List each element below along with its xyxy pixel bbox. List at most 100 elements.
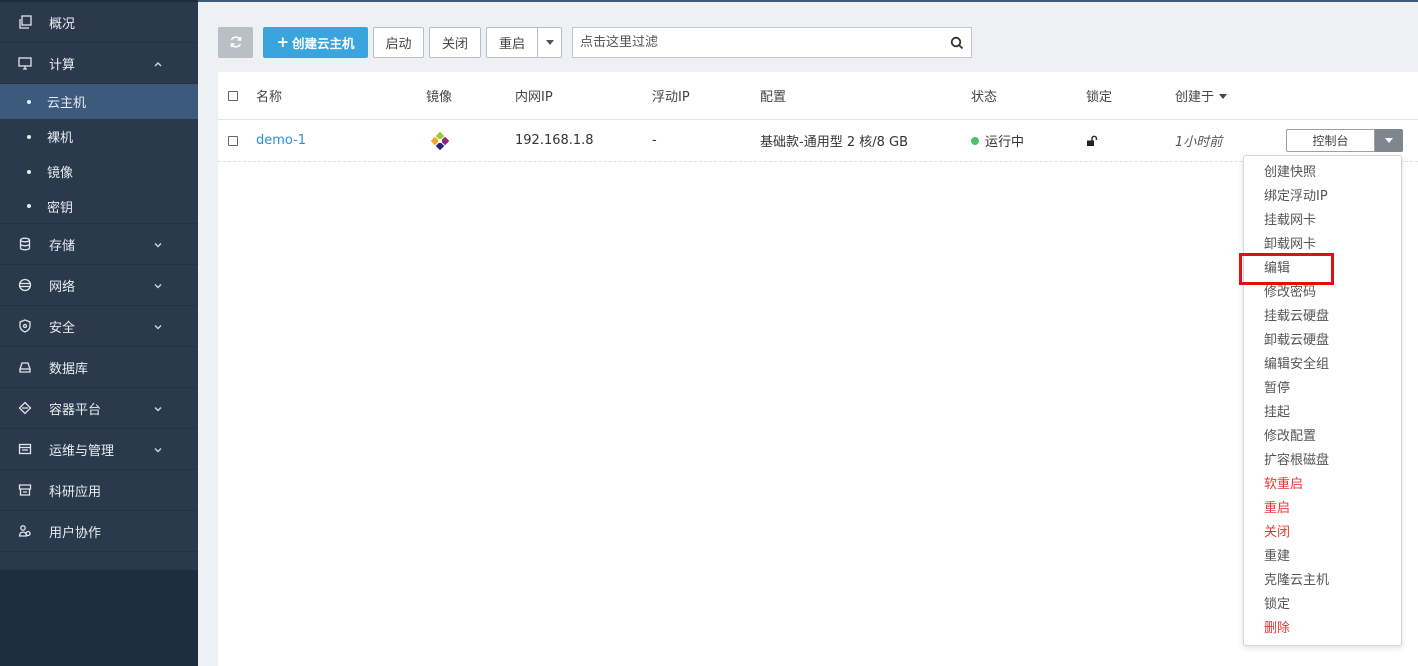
sidebar-item-label: 网络 [49, 279, 76, 295]
unlock-icon[interactable] [1086, 135, 1098, 147]
sidebar-item-database[interactable]: 数据库 [0, 347, 198, 388]
chevron-down-icon [153, 239, 163, 249]
chevron-up-icon [153, 58, 163, 68]
menu-item-create-snapshot[interactable]: 创建快照 [1244, 161, 1401, 185]
console-button[interactable]: 控制台 [1286, 129, 1375, 152]
select-all-checkbox[interactable] [228, 90, 238, 101]
sort-desc-icon [1219, 94, 1228, 99]
vm-lock-cell [1086, 120, 1098, 161]
top-accent-line [198, 0, 1418, 2]
sidebar-item-collaboration[interactable]: 用户协作 [0, 511, 198, 552]
sidebar-item-overview[interactable]: 概况 [0, 2, 198, 43]
sidebar-item-network[interactable]: 网络 [0, 265, 198, 306]
chevron-down-icon [153, 321, 163, 331]
sidebar-item-label: 概况 [49, 16, 76, 32]
menu-item-rebuild[interactable]: 重建 [1244, 545, 1401, 569]
db-server-icon [18, 360, 32, 374]
refresh-icon [230, 36, 241, 48]
create-vm-button[interactable]: + 创建云主机 [263, 26, 368, 58]
sidebar-item-label: 数据库 [49, 361, 89, 377]
caret-down-icon [545, 39, 554, 45]
header-lock: 锁定 [1086, 90, 1113, 105]
sidebar-subitem-keypair[interactable]: 密钥 [0, 189, 198, 224]
menu-item-delete[interactable]: 删除 [1244, 617, 1401, 641]
filter-search-box [572, 26, 972, 58]
vm-name-cell: demo-1 [256, 120, 306, 161]
vm-config: 基础款-通用型 2 核/8 GB [760, 135, 909, 150]
menu-item-reboot[interactable]: 重启 [1244, 497, 1401, 521]
toolbar: + 创建云主机 启动 关闭 重启 [218, 26, 972, 58]
row-checkbox[interactable] [228, 135, 238, 146]
header-image: 镜像 [426, 90, 453, 105]
bullet-icon [27, 169, 31, 174]
refresh-button[interactable] [218, 26, 253, 58]
database-icon [18, 237, 32, 251]
menu-item-attach-volume[interactable]: 挂载云硬盘 [1244, 305, 1401, 329]
more-actions-dropdown-button[interactable] [538, 26, 562, 58]
vm-image-cell [430, 120, 450, 161]
sidebar-item-ops[interactable]: 运维与管理 [0, 429, 198, 470]
row-select-cell [228, 120, 238, 161]
menu-item-resize[interactable]: 修改配置 [1244, 425, 1401, 449]
plus-icon: + [276, 33, 290, 51]
create-vm-label: 创建云主机 [292, 35, 355, 51]
chevron-down-icon [153, 403, 163, 413]
select-all-cell [228, 72, 238, 119]
sidebar-subitem-vm[interactable]: 云主机 [0, 84, 198, 119]
sidebar-subitem-image[interactable]: 镜像 [0, 154, 198, 189]
status-running-dot [971, 136, 979, 145]
menu-item-pause[interactable]: 暂停 [1244, 377, 1401, 401]
sidebar-item-label: 科研应用 [49, 484, 102, 500]
sidebar-item-compute[interactable]: 计算 [0, 43, 198, 84]
sidebar-item-container[interactable]: 容器平台 [0, 388, 198, 429]
row-actions-dropdown-button[interactable] [1375, 129, 1403, 152]
chevron-down-icon [153, 444, 163, 454]
console-button-group: 控制台 [1286, 129, 1403, 152]
sidebar-item-label: 计算 [49, 57, 76, 73]
menu-item-soft-reboot[interactable]: 软重启 [1244, 473, 1401, 497]
sidebar-subitem-baremetal[interactable]: 裸机 [0, 119, 198, 154]
start-button[interactable]: 启动 [373, 26, 424, 58]
centos-logo-icon [430, 131, 450, 150]
sidebar-item-label: 容器平台 [49, 402, 102, 418]
sidebar-subitem-label: 镜像 [47, 166, 74, 181]
header-name[interactable]: 名称 [256, 72, 282, 119]
menu-item-shutdown[interactable]: 关闭 [1244, 521, 1401, 545]
vm-created-time: 1小时前 [1175, 135, 1223, 150]
vm-status: 运行中 [971, 120, 1024, 161]
restart-button[interactable]: 重启 [486, 26, 538, 58]
caret-down-icon [1385, 138, 1393, 143]
sidebar-item-research[interactable]: 科研应用 [0, 470, 198, 511]
vm-name-link[interactable]: demo-1 [256, 133, 306, 148]
menu-item-attach-nic[interactable]: 挂载网卡 [1244, 209, 1401, 233]
menu-item-detach-volume[interactable]: 卸载云硬盘 [1244, 329, 1401, 353]
row-actions-menu: 创建快照 绑定浮动IP 挂载网卡 卸载网卡 编辑 修改密码 挂载云硬盘 卸载云硬… [1243, 155, 1402, 646]
bullet-icon [27, 134, 31, 139]
shutdown-button[interactable]: 关闭 [429, 26, 481, 58]
sidebar-item-label: 存储 [49, 238, 76, 254]
users-icon [18, 524, 32, 538]
sidebar-item-security[interactable]: 安全 [0, 306, 198, 347]
menu-item-edit-security-group[interactable]: 编辑安全组 [1244, 353, 1401, 377]
sidebar-subitem-label: 裸机 [47, 131, 74, 146]
sidebar-subitem-label: 云主机 [47, 96, 87, 111]
filter-input[interactable] [580, 34, 940, 50]
vm-ip: 192.168.1.8 [515, 133, 594, 148]
table-row: demo-1 192.168.1.8 - 基础款-通用型 2 核/8 GB 运行… [218, 120, 1418, 162]
menu-item-bind-floating-ip[interactable]: 绑定浮动IP [1244, 185, 1401, 209]
sidebar-item-label: 安全 [49, 320, 76, 336]
menu-item-lock[interactable]: 锁定 [1244, 593, 1401, 617]
header-created-label: 创建于 [1175, 90, 1215, 105]
search-icon[interactable] [950, 36, 964, 50]
bullet-icon [27, 204, 31, 208]
ops-icon [18, 442, 32, 456]
header-created[interactable]: 创建于 [1175, 72, 1228, 119]
table-header: 名称 镜像 内网IP 浮动IP 配置 状态 锁定 创建于 [218, 72, 1418, 120]
menu-item-suspend[interactable]: 挂起 [1244, 401, 1401, 425]
sidebar-item-storage[interactable]: 存储 [0, 224, 198, 265]
header-status: 状态 [971, 90, 998, 105]
bullet-icon [27, 99, 31, 104]
sidebar-item-label: 运维与管理 [49, 443, 115, 459]
menu-item-extend-root-disk[interactable]: 扩容根磁盘 [1244, 449, 1401, 473]
menu-item-clone-vm[interactable]: 克隆云主机 [1244, 569, 1401, 593]
